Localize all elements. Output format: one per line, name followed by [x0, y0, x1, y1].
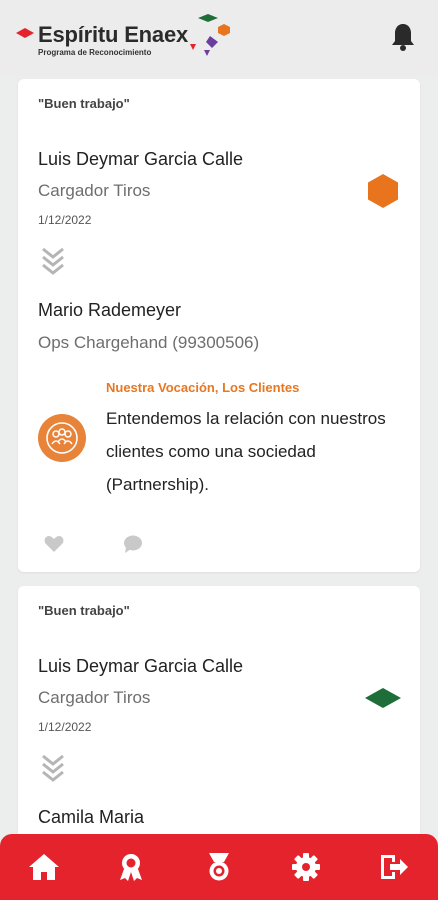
bell-icon[interactable] [390, 22, 416, 52]
hexagon-badge-icon [368, 174, 398, 208]
recognition-card[interactable]: "Buen trabajo" Luis Deymar Garcia Calle … [18, 79, 420, 572]
sender-name: Camila Maria [38, 807, 145, 827]
chevron-down-icon [42, 247, 64, 275]
recipient-role: Cargador Tiros [38, 688, 151, 707]
comment-icon[interactable] [123, 534, 143, 554]
recipient-name: Luis Deymar Garcia Calle [38, 149, 244, 169]
people-icon [38, 414, 86, 462]
logo-title: Espíritu Enaex [38, 22, 189, 47]
recipient-role: Cargador Tiros [38, 181, 151, 200]
award-icon[interactable] [115, 852, 147, 882]
logout-icon[interactable] [378, 852, 410, 882]
recognition-quote: "Buen trabajo" [38, 96, 130, 111]
recipient-name: Luis Deymar Garcia Calle [38, 656, 244, 676]
heart-icon[interactable] [44, 535, 64, 553]
sender-name: Mario Rademeyer [38, 300, 182, 320]
enaex-logo: Espíritu Enaex Programa de Reconocimient… [16, 14, 236, 64]
sender-role: Ops Chargehand (99300506) [38, 333, 260, 352]
logo-subtitle: Programa de Reconocimiento [38, 48, 152, 57]
recognition-date: 1/12/2022 [38, 720, 92, 734]
settings-icon[interactable] [290, 852, 322, 882]
value-description: Entendemos la relación con nuestros clie… [106, 409, 386, 494]
recognition-card[interactable]: "Buen trabajo" Luis Deymar Garcia Calle … [18, 586, 420, 866]
value-title: Nuestra Vocación, Los Clientes [106, 380, 300, 395]
home-icon[interactable] [28, 852, 60, 882]
chevron-down-icon [42, 754, 64, 782]
recognition-quote: "Buen trabajo" [38, 603, 130, 618]
recognition-date: 1/12/2022 [38, 213, 92, 227]
app-header: Espíritu Enaex Programa de Reconocimient… [0, 0, 438, 76]
medal-icon[interactable] [203, 852, 235, 882]
bottom-navigation [0, 834, 438, 900]
logo-mark-icon [16, 28, 34, 38]
logo-shapes-icon [190, 14, 230, 56]
diamond-badge-icon [365, 688, 401, 708]
